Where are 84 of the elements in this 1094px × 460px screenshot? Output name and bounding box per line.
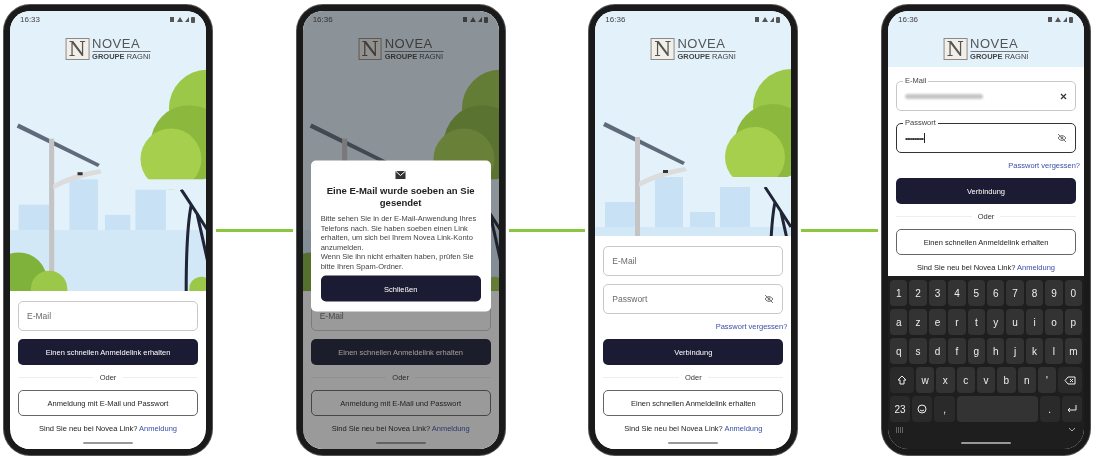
chevron-down-icon[interactable] xyxy=(1068,427,1076,432)
keyboard-key[interactable]: h xyxy=(987,338,1005,364)
keyboard-key[interactable]: e xyxy=(928,309,947,335)
keyboard-key[interactable]: a xyxy=(890,309,908,335)
keyboard-key[interactable]: 7 xyxy=(1006,280,1024,306)
home-indicator xyxy=(668,442,719,444)
logo-name: NOVEA xyxy=(384,37,444,52)
placeholder-text: Passwort xyxy=(612,294,649,304)
eye-slash-icon[interactable] xyxy=(1057,134,1067,142)
status-icons xyxy=(462,15,489,23)
enter-arrow-icon xyxy=(1066,405,1077,413)
keyboard-key[interactable]: m xyxy=(1064,338,1083,364)
envelope-icon xyxy=(395,170,407,180)
input-field[interactable]: E-Mail xyxy=(18,301,198,331)
keyboard-key[interactable]: g xyxy=(967,338,985,364)
keyboard-key[interactable]: y xyxy=(987,309,1005,335)
dialog-title: Eine E-Mail wurde soeben an Sie gesendet xyxy=(325,184,476,209)
status-time: 16:33 xyxy=(20,14,41,24)
keyboard-key[interactable]: t xyxy=(967,309,985,335)
status-icons xyxy=(755,15,782,23)
keyboard-key[interactable]: ' xyxy=(1037,367,1057,393)
logo-mark: N xyxy=(650,38,675,60)
keyboard-grid-icon[interactable] xyxy=(896,427,904,433)
logo-mark: N xyxy=(943,38,968,60)
status-time: 16:36 xyxy=(605,14,626,24)
password-value: •••••••••• xyxy=(905,133,924,143)
keyboard-key[interactable]: 8 xyxy=(1025,280,1044,306)
keyboard-key[interactable]: u xyxy=(1006,309,1024,335)
home-indicator xyxy=(83,442,133,444)
backspace-icon xyxy=(1064,375,1077,385)
placeholder-text: E-Mail xyxy=(612,256,638,266)
input-field[interactable]: Passwort xyxy=(603,284,784,314)
status-time: 16:36 xyxy=(898,14,919,24)
keyboard-key[interactable]: 1 xyxy=(890,280,908,306)
enter-key[interactable] xyxy=(1061,396,1082,422)
input-field[interactable]: E-Mail xyxy=(603,246,784,276)
emoji-key[interactable] xyxy=(912,396,933,422)
keyboard-key[interactable]: c xyxy=(956,367,975,393)
keyboard-key[interactable]: v xyxy=(976,367,996,393)
keyboard-key[interactable]: b xyxy=(997,367,1016,393)
logo-name: NOVEA xyxy=(970,37,1029,52)
keyboard-key[interactable]: o xyxy=(1045,309,1063,335)
shift-arrow-icon xyxy=(896,375,907,385)
smiley-icon xyxy=(917,404,928,414)
status-time: 16:36 xyxy=(312,14,333,24)
keyboard-key[interactable]: z xyxy=(909,309,927,335)
logo-mark: N xyxy=(358,38,382,60)
shift-key[interactable] xyxy=(890,367,914,393)
keyboard-key[interactable]: 0 xyxy=(1064,280,1083,306)
keyboard-key[interactable]: 5 xyxy=(967,280,985,306)
keyboard-key[interactable]: 3 xyxy=(928,280,947,306)
keyboard-key[interactable]: p xyxy=(1064,309,1083,335)
logo-mark: N xyxy=(65,38,90,60)
keyboard-key[interactable]: , xyxy=(934,396,955,422)
keyboard-key[interactable]: i xyxy=(1025,309,1044,335)
backspace-key[interactable] xyxy=(1058,367,1082,393)
keyboard-key[interactable]: . xyxy=(1039,396,1060,422)
keyboard-key[interactable]: x xyxy=(936,367,955,393)
keyboard-key[interactable]: w xyxy=(915,367,935,393)
keyboard-key[interactable]: k xyxy=(1025,338,1044,364)
status-icons xyxy=(1048,15,1074,23)
placeholder-text: E-Mail xyxy=(319,311,345,321)
status-icons xyxy=(170,15,196,23)
placeholder-text: E-Mail xyxy=(27,311,53,321)
keyboard-key[interactable]: j xyxy=(1006,338,1024,364)
keyboard-key[interactable]: s xyxy=(909,338,927,364)
logo-name: NOVEA xyxy=(92,37,151,52)
keyboard-key[interactable]: 6 xyxy=(987,280,1005,306)
keyboard-key[interactable]: 9 xyxy=(1045,280,1063,306)
keyboard-key[interactable]: q xyxy=(890,338,908,364)
logo-name: NOVEA xyxy=(677,37,736,52)
close-icon[interactable] xyxy=(1060,92,1067,100)
keyboard-key[interactable]: f xyxy=(948,338,966,364)
keyboard-key[interactable]: n xyxy=(1017,367,1036,393)
text-cursor xyxy=(924,133,926,143)
symbols-key[interactable]: 23 xyxy=(890,396,911,422)
keyboard-key[interactable]: r xyxy=(948,309,966,335)
home-indicator xyxy=(375,442,426,444)
keyboard-key[interactable]: 4 xyxy=(948,280,966,306)
home-indicator xyxy=(961,442,1011,444)
eye-slash-icon[interactable] xyxy=(764,295,775,303)
keyboard-key[interactable]: l xyxy=(1045,338,1063,364)
keyboard-key[interactable]: d xyxy=(928,338,947,364)
keyboard-key[interactable]: 2 xyxy=(909,280,927,306)
